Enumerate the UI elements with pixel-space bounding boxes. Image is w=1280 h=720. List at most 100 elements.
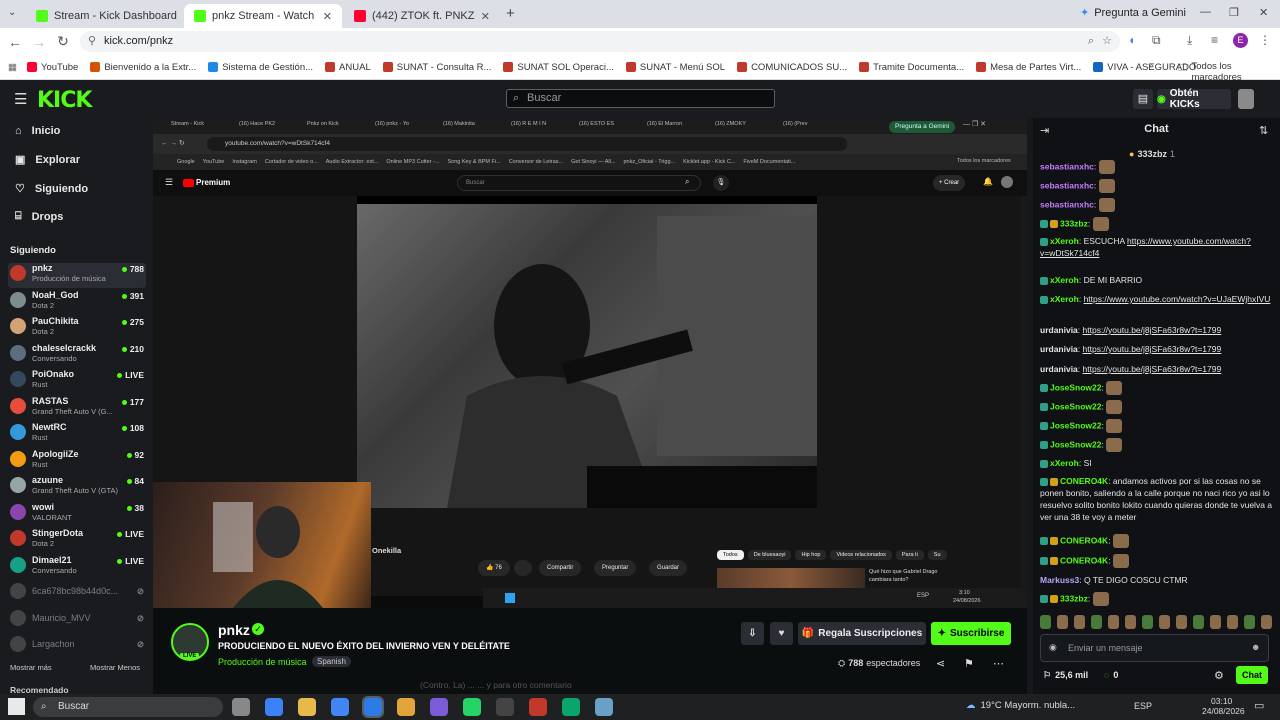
bookmark-item[interactable]: ANUAL xyxy=(325,62,371,73)
taskbar-app-icon[interactable] xyxy=(397,698,415,716)
chat-username[interactable]: sebastianxhc xyxy=(1040,161,1094,171)
browser-tab-1[interactable]: Stream - Kick Dashboard ✕ xyxy=(26,4,182,28)
user-avatar[interactable] xyxy=(1238,89,1254,109)
chat-username[interactable]: xXeroh xyxy=(1050,275,1079,285)
search-input[interactable]: ⌕ Buscar xyxy=(506,89,775,108)
emote-icon[interactable] xyxy=(1176,615,1187,629)
nav-drops[interactable]: ⌸ Drops xyxy=(15,210,63,223)
media-controls-icon[interactable]: ≡ xyxy=(1211,33,1218,47)
emote-icon[interactable] xyxy=(1261,615,1272,629)
taskbar-app-icon[interactable] xyxy=(298,698,316,716)
chat-username[interactable]: urdanivia xyxy=(1040,325,1078,335)
emote-icon[interactable] xyxy=(1125,615,1136,629)
bookmark-item[interactable]: SUNAT - Menú SOL xyxy=(625,62,725,73)
sidebar-channel-noah_god[interactable]: NoaH_God Dota 2 391 xyxy=(8,290,146,315)
bookmark-item[interactable]: Mesa de Partes Virt... xyxy=(976,62,1081,73)
taskbar-app-icon[interactable] xyxy=(232,698,250,716)
bookmark-item[interactable]: COMUNICADOS SU... xyxy=(737,62,847,73)
nav-home[interactable]: ⌂ Inicio xyxy=(15,125,60,137)
taskbar-app-icon[interactable] xyxy=(562,698,580,716)
emote-icon[interactable] xyxy=(1057,615,1068,629)
sidebar-channel-poionako[interactable]: PoiOnako Rust LIVE xyxy=(8,369,146,394)
bookmark-star-icon[interactable]: ☆ xyxy=(1102,31,1112,52)
maximize-button[interactable]: ❐ xyxy=(1229,6,1239,19)
extensions-puzzle-icon[interactable]: ⧉ xyxy=(1152,33,1161,48)
new-tab-button[interactable]: + xyxy=(506,5,515,22)
taskbar-app-icon[interactable] xyxy=(529,698,547,716)
show-more-button[interactable]: Mostrar más xyxy=(10,663,52,672)
bookmark-item[interactable]: SUNAT - Consulta R... xyxy=(382,62,491,73)
taskbar-app-icon[interactable] xyxy=(331,698,349,716)
gemini-button[interactable]: ✦ Pregunta a Gemini xyxy=(1080,6,1186,20)
emote-icon[interactable] xyxy=(1040,615,1051,629)
back-arrow-icon[interactable]: ← xyxy=(3,34,27,50)
weather-widget[interactable]: ☁ 19°C Mayorm. nubla... xyxy=(966,700,1075,711)
tab-search-icon[interactable]: ⌄ xyxy=(8,7,16,18)
browser-tab-2-active[interactable]: pnkz Stream - Watch Live o ✕ xyxy=(184,4,342,28)
emote-icon[interactable] xyxy=(1227,615,1238,629)
taskbar-lang[interactable]: ESP xyxy=(1134,701,1152,711)
chat-username[interactable]: xXeroh xyxy=(1050,294,1079,304)
taskbar-app-icon[interactable] xyxy=(430,698,448,716)
close-icon[interactable]: ✕ xyxy=(481,10,490,23)
theater-mode-icon[interactable]: ▤ xyxy=(1133,89,1153,109)
emote-icon[interactable] xyxy=(1142,615,1153,629)
chat-username[interactable]: CONERO4K xyxy=(1060,476,1108,486)
chat-username[interactable]: xXeroh xyxy=(1050,236,1079,246)
kicks-balance[interactable]: ⚐ 25,6 mil xyxy=(1043,670,1088,681)
chat-username[interactable]: 333zbz xyxy=(1060,593,1088,603)
minimize-button[interactable]: — xyxy=(1200,6,1211,18)
gift-subs-button[interactable]: 🎁 Regala Suscripciones xyxy=(798,622,926,645)
taskbar-search[interactable]: ⌕ Buscar xyxy=(33,697,223,717)
stream-player[interactable]: Stream - Kick (16) Hace PK2 Pnkz on Kick (1… xyxy=(153,118,1027,608)
apps-grid-icon[interactable]: ▦ xyxy=(8,62,17,73)
extension-icon[interactable]: ◖ xyxy=(1128,33,1135,47)
emote-icon[interactable] xyxy=(1091,615,1102,629)
window-close-button[interactable]: ✕ xyxy=(1259,6,1268,19)
chat-username[interactable]: CONERO4K xyxy=(1060,555,1108,565)
sidebar-channel-offline[interactable]: 6ca678bc98b44d0c... ⊘ xyxy=(8,581,146,606)
chat-username[interactable]: sebastianxhc xyxy=(1040,180,1094,190)
chat-username[interactable]: Markuss3 xyxy=(1040,575,1079,585)
emote-icon[interactable] xyxy=(1108,615,1119,629)
zoom-icon[interactable]: ⌕ xyxy=(1088,31,1094,52)
page-scrollbar[interactable] xyxy=(1027,118,1033,694)
chat-username[interactable]: 333zbz xyxy=(1060,218,1088,228)
clip-icon[interactable]: ⇩ xyxy=(741,622,764,645)
chat-link[interactable]: https://youtu.be/j8jSFa63r8w?t=1799 xyxy=(1083,364,1222,374)
show-less-button[interactable]: Mostrar Menos xyxy=(90,663,140,672)
emote-icon[interactable] xyxy=(1193,615,1204,629)
taskbar-app-icon[interactable] xyxy=(463,698,481,716)
windows-start-icon[interactable] xyxy=(8,698,25,715)
emote-icon[interactable] xyxy=(1244,615,1255,629)
smiley-icon[interactable]: ☻ xyxy=(1251,642,1260,652)
bookmark-item[interactable]: YouTube xyxy=(26,62,78,73)
sidebar-channel-stingerdota[interactable]: StingerDota Dota 2 LIVE xyxy=(8,528,146,553)
chat-username[interactable]: JoseSnow22 xyxy=(1050,439,1102,449)
language-tag[interactable]: Spanish xyxy=(312,656,351,667)
report-icon[interactable]: ⚑ xyxy=(964,657,974,670)
browser-tab-3[interactable]: (442) ZTOK ft. PNKZ, New TEM ✕ xyxy=(344,4,500,28)
sidebar-channel-pnkz[interactable]: pnkz Producción de música 788 xyxy=(8,263,146,288)
sidebar-channel-newtrc[interactable]: NewtRC Rust 108 xyxy=(8,422,146,447)
chat-settings-icon[interactable]: ⇅ xyxy=(1259,124,1268,137)
chat-username[interactable]: sebastianxhc xyxy=(1040,199,1094,209)
nav-explore[interactable]: ▣ Explorar xyxy=(15,153,80,167)
heart-follow-icon[interactable]: ♥ xyxy=(770,622,793,645)
taskbar-app-icon[interactable] xyxy=(362,696,384,718)
sidebar-channel-wowi[interactable]: wowi VALORANT 38 xyxy=(8,502,146,527)
chat-username[interactable]: JoseSnow22 xyxy=(1050,401,1102,411)
bookmark-item[interactable]: Tramite Documenta... xyxy=(859,62,964,73)
share-icon[interactable]: ⋖ xyxy=(936,657,945,670)
chat-username[interactable]: urdanivia xyxy=(1040,364,1078,374)
subscribe-button[interactable]: ✦ Suscribirse xyxy=(931,622,1011,645)
emote-icon[interactable] xyxy=(1210,615,1221,629)
bookmark-item[interactable]: Bienvenido a la Extr... xyxy=(90,62,196,73)
chat-link[interactable]: https://youtu.be/j8jSFa63r8w?t=1799 xyxy=(1083,344,1222,354)
emote-icon[interactable] xyxy=(1159,615,1170,629)
sidebar-channel-rastas[interactable]: RASTAS Grand Theft Auto V (G... 177 xyxy=(8,396,146,421)
chat-username[interactable]: JoseSnow22 xyxy=(1050,420,1102,430)
chat-username[interactable]: CONERO4K xyxy=(1060,535,1108,545)
emoji-picker-icon[interactable]: ◉ xyxy=(1049,642,1057,653)
address-bar[interactable]: ⚲ kick.com/pnkz ⌕ ☆ xyxy=(80,31,1120,52)
